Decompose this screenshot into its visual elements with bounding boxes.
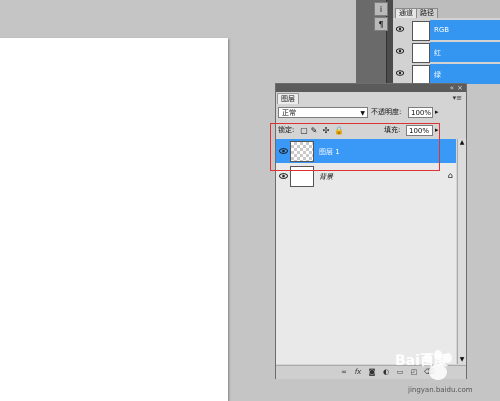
scroll-up-icon[interactable]: ▲ — [458, 139, 466, 147]
blend-mode-value: 正常 — [282, 109, 296, 117]
opacity-field[interactable]: 100% — [408, 107, 433, 118]
panel-title-bar[interactable]: « × — [276, 84, 466, 92]
eye-icon[interactable] — [396, 25, 404, 33]
watermark-url: jingyan.baidu.com — [408, 386, 473, 394]
chevron-down-icon: ▼ — [360, 110, 365, 117]
tab-paths[interactable]: 路径 — [416, 8, 438, 18]
opacity-label: 不透明度: — [371, 108, 402, 116]
channel-name: 绿 — [434, 71, 441, 79]
info-tool-icon[interactable]: i — [374, 2, 388, 16]
close-icon[interactable]: × — [457, 84, 463, 92]
tab-channels[interactable]: 通道 — [395, 8, 417, 18]
panel-menu-icon[interactable]: ▾≡ — [453, 94, 462, 102]
layers-list: 图层 1 背景 ⌂ — [276, 139, 456, 364]
highlight-annotation — [270, 123, 440, 171]
eye-icon[interactable] — [396, 47, 404, 55]
eye-icon[interactable] — [396, 69, 404, 77]
layer-name[interactable]: 背景 — [319, 172, 333, 182]
layer-style-icon[interactable]: fx — [354, 368, 362, 376]
layer-mask-icon[interactable]: ◙ — [368, 368, 376, 376]
channel-row[interactable]: 红 — [393, 42, 500, 63]
opacity-arrow-icon[interactable]: ▸ — [435, 107, 439, 118]
eye-icon[interactable] — [279, 172, 288, 180]
watermark-text: Bai百度 — [395, 353, 448, 369]
channel-thumbnail — [412, 65, 430, 85]
link-layers-icon[interactable]: ∞ — [340, 368, 348, 376]
channels-panel: 通道 路径 RGB 红 绿 — [393, 0, 500, 85]
document-canvas[interactable] — [0, 38, 228, 401]
channel-thumbnail — [412, 21, 430, 41]
collapse-icon[interactable]: « — [450, 84, 454, 92]
paragraph-tool-icon[interactable]: ¶ — [374, 17, 388, 31]
tab-layers[interactable]: 图层 — [277, 93, 299, 104]
channel-row[interactable]: 绿 — [393, 64, 500, 85]
channel-thumbnail — [412, 43, 430, 63]
channel-name: 红 — [434, 49, 441, 57]
layers-scrollbar[interactable]: ▲ ▼ — [457, 139, 466, 364]
lock-icon: ⌂ — [447, 171, 453, 180]
channel-name: RGB — [434, 26, 450, 34]
blend-mode-select[interactable]: 正常 ▼ — [278, 107, 368, 118]
channel-row[interactable]: RGB — [393, 20, 500, 41]
